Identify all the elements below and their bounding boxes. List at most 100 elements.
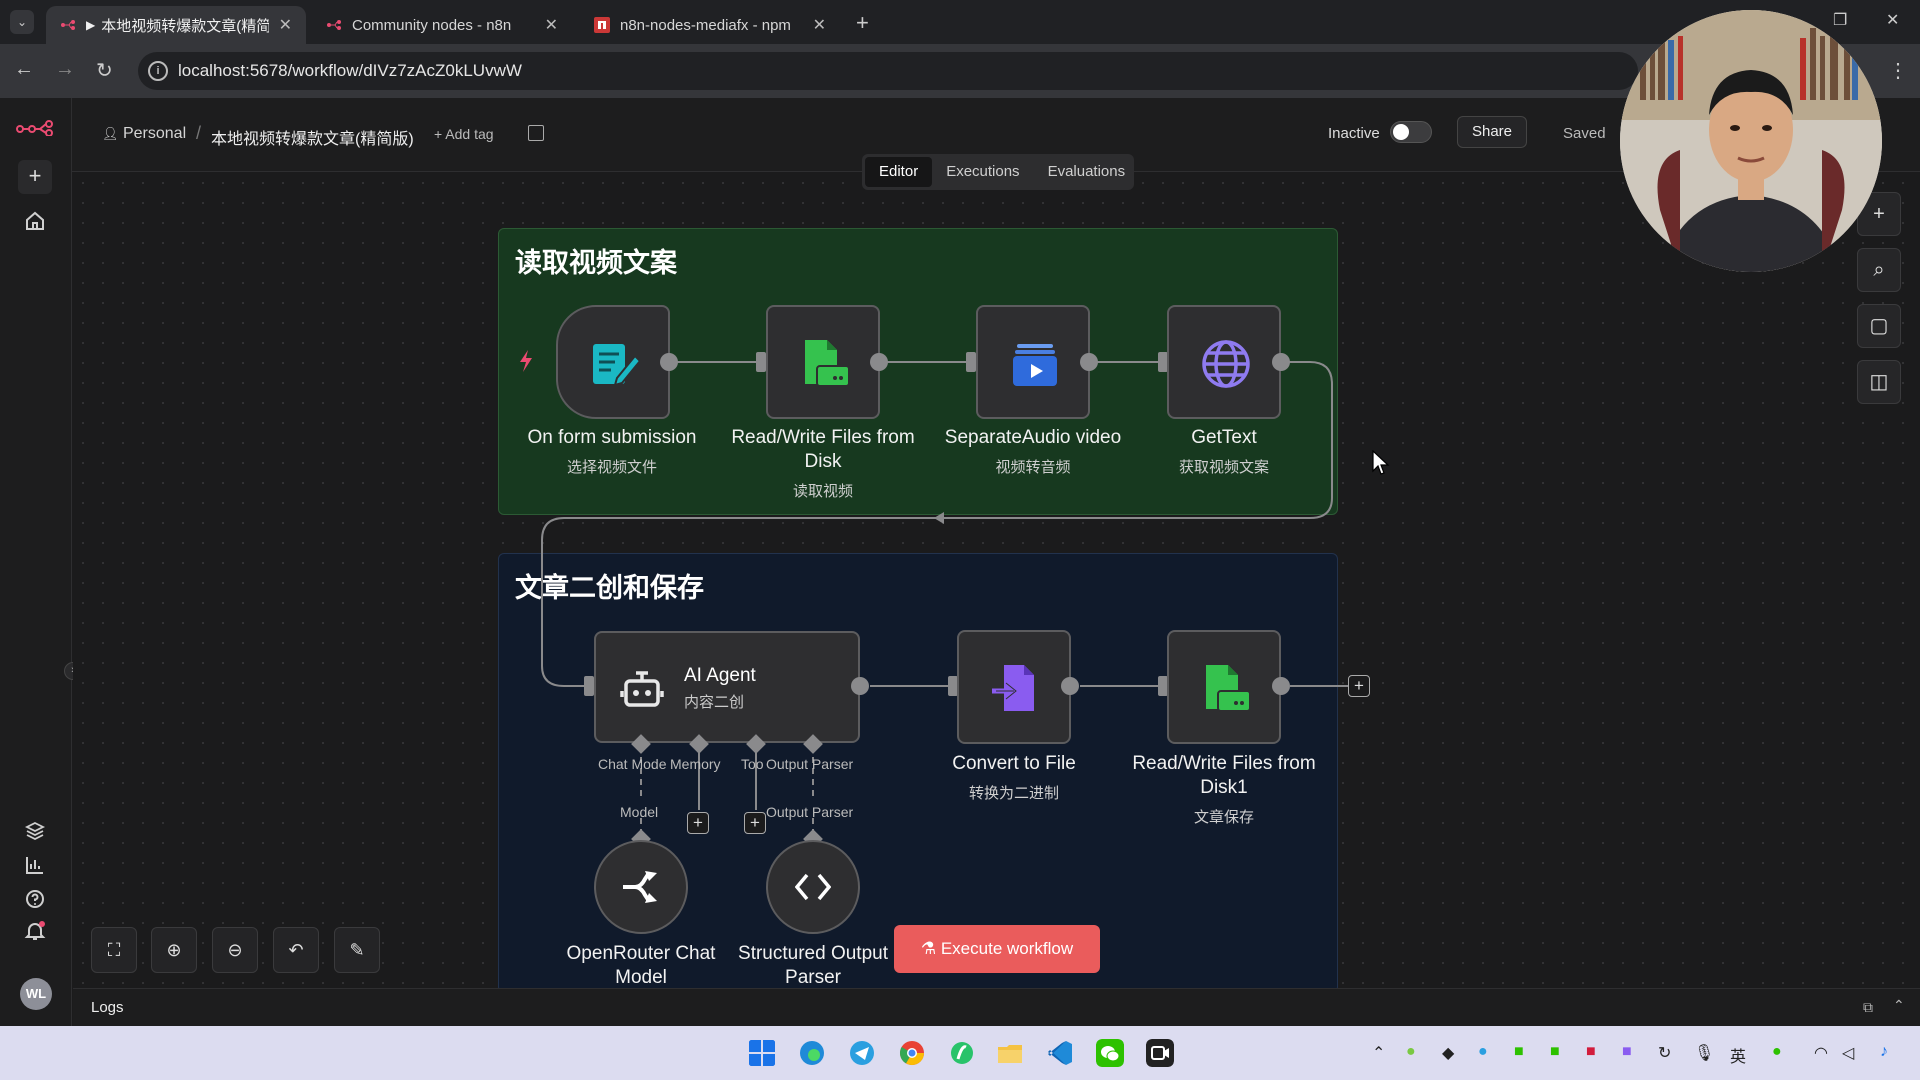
node-label-line2: Disk: [804, 451, 842, 472]
edge-icon[interactable]: [798, 1039, 826, 1067]
tidy-up-icon[interactable]: ✎: [334, 927, 380, 973]
execute-workflow-button[interactable]: ⚗︎ Execute workflow: [894, 925, 1100, 973]
wifi-icon[interactable]: ◠: [1814, 1043, 1828, 1063]
browser-tab-workflow[interactable]: ▶ 本地视频转爆款文章(精简版 ✕: [46, 6, 306, 44]
volume-icon[interactable]: ◁: [1842, 1043, 1854, 1063]
add-tool-button[interactable]: +: [744, 812, 766, 834]
logs-panel-bar[interactable]: Logs ⧉ ⌃: [73, 988, 1920, 1026]
output-port[interactable]: [660, 353, 678, 371]
add-node-button[interactable]: +: [1348, 675, 1370, 697]
templates-icon[interactable]: [24, 820, 46, 842]
breadcrumb-separator: /: [196, 123, 202, 143]
node-openrouter-chat-model[interactable]: [594, 840, 688, 934]
undo-icon[interactable]: ↶: [273, 927, 319, 973]
microphone-icon[interactable]: 🎙︎: [1694, 1043, 1714, 1063]
tab-title: n8n-nodes-mediafx - npm: [620, 16, 791, 34]
chevron-up-icon[interactable]: ⌃: [1893, 997, 1905, 1014]
help-icon[interactable]: [24, 888, 46, 910]
new-tab-button[interactable]: +: [856, 10, 869, 36]
node-form-trigger[interactable]: [556, 305, 670, 419]
file-explorer-icon[interactable]: [996, 1039, 1024, 1067]
ime-indicator[interactable]: 英: [1730, 1043, 1746, 1067]
output-port[interactable]: [1272, 353, 1290, 371]
screen-recorder-icon[interactable]: [1146, 1039, 1174, 1067]
edit-description-icon[interactable]: [528, 125, 544, 141]
url-field[interactable]: i localhost:5678/workflow/dIVz7zAcZ0kLUv…: [138, 52, 1638, 90]
close-tab-icon[interactable]: ✕: [279, 15, 292, 35]
avatar[interactable]: WL: [20, 978, 52, 1010]
tray-app-icon[interactable]: ■: [1586, 1043, 1596, 1061]
add-tag-button[interactable]: + Add tag: [434, 126, 494, 142]
input-port[interactable]: [966, 352, 976, 372]
popout-icon[interactable]: ⧉: [1863, 999, 1873, 1016]
create-button[interactable]: +: [18, 160, 52, 194]
saved-status: Saved: [1563, 125, 1606, 142]
breadcrumb-project[interactable]: 👤︎ Personal: [102, 125, 186, 143]
zoom-in-icon[interactable]: ⊕: [151, 927, 197, 973]
n8n-logo-icon[interactable]: [16, 120, 54, 136]
search-icon[interactable]: ⌕: [1857, 248, 1901, 292]
share-button[interactable]: Share: [1457, 116, 1527, 148]
tray-app-icon[interactable]: ●: [1772, 1043, 1782, 1061]
output-port[interactable]: [1080, 353, 1098, 371]
node-ai-agent[interactable]: AI Agent 内容二创: [594, 631, 860, 743]
browser-tab-community-nodes[interactable]: Community nodes - n8n ✕: [312, 6, 572, 44]
node-separate-audio[interactable]: [976, 305, 1090, 419]
input-port[interactable]: [756, 352, 766, 372]
telegram-like-icon[interactable]: [848, 1039, 876, 1067]
tray-app-icon[interactable]: ●: [1406, 1043, 1416, 1061]
panel-toggle-icon[interactable]: ◫: [1857, 360, 1901, 404]
input-port[interactable]: [584, 676, 594, 696]
tab-executions[interactable]: Executions: [932, 157, 1033, 187]
tray-wechat-icon[interactable]: ■: [1514, 1043, 1524, 1061]
restore-window-icon[interactable]: ❐: [1833, 10, 1847, 30]
flask-icon: ⚗︎: [920, 939, 941, 958]
back-icon[interactable]: ←: [14, 58, 34, 81]
tab-evaluations[interactable]: Evaluations: [1034, 157, 1140, 187]
tray-wechat-icon[interactable]: ■: [1550, 1043, 1560, 1061]
forward-icon[interactable]: →: [55, 58, 75, 81]
browser-menu-icon[interactable]: ⋮: [1888, 58, 1908, 83]
windows-start-icon[interactable]: [748, 1039, 776, 1067]
reload-icon[interactable]: ↻: [96, 58, 113, 83]
tray-app-icon[interactable]: ■: [1622, 1043, 1632, 1061]
add-memory-button[interactable]: +: [687, 812, 709, 834]
output-port[interactable]: [870, 353, 888, 371]
workflow-name[interactable]: 本地视频转爆款文章(精简版): [211, 125, 414, 149]
tray-overflow-icon[interactable]: ⌃: [1372, 1043, 1385, 1063]
zoom-out-icon[interactable]: ⊖: [212, 927, 258, 973]
bell-icon[interactable]: [24, 920, 46, 942]
output-port[interactable]: [1061, 677, 1079, 695]
tab-list-button[interactable]: ⌄: [10, 10, 34, 34]
mouse-cursor-icon: [1372, 450, 1390, 475]
fit-view-icon[interactable]: ⛶: [91, 927, 137, 973]
tray-app-icon[interactable]: ●: [1478, 1043, 1488, 1061]
wechat-icon[interactable]: [1096, 1039, 1124, 1067]
tray-app-icon[interactable]: ◆: [1442, 1043, 1454, 1063]
insights-icon[interactable]: [24, 854, 46, 876]
output-port[interactable]: [851, 677, 869, 695]
node-save-file[interactable]: [1167, 630, 1281, 744]
home-icon[interactable]: [24, 210, 46, 232]
vscode-icon[interactable]: [1046, 1039, 1074, 1067]
sticky-title: 文章二创和保存: [515, 573, 704, 603]
app-green-icon[interactable]: [948, 1039, 976, 1067]
node-read-file[interactable]: [766, 305, 880, 419]
sticky-note-icon[interactable]: ▢: [1857, 304, 1901, 348]
close-tab-icon[interactable]: ✕: [545, 15, 558, 35]
output-port[interactable]: [1272, 677, 1290, 695]
node-get-text[interactable]: [1167, 305, 1281, 419]
close-tab-icon[interactable]: ✕: [813, 15, 826, 35]
tab-editor[interactable]: Editor: [865, 157, 933, 187]
active-toggle[interactable]: [1390, 121, 1432, 143]
node-convert-to-file[interactable]: [957, 630, 1071, 744]
notification-bell-icon[interactable]: ♪: [1880, 1043, 1888, 1061]
play-icon: ▶: [86, 18, 96, 32]
node-structured-output-parser[interactable]: [766, 840, 860, 934]
site-info-icon[interactable]: i: [148, 61, 168, 81]
chrome-icon[interactable]: [898, 1039, 926, 1067]
browser-tab-npm[interactable]: n8n-nodes-mediafx - npm ✕: [580, 6, 840, 44]
tray-sync-icon[interactable]: ↻: [1658, 1043, 1671, 1063]
tab-title: Community nodes - n8n: [352, 16, 512, 34]
close-window-icon[interactable]: ✕: [1886, 10, 1899, 30]
